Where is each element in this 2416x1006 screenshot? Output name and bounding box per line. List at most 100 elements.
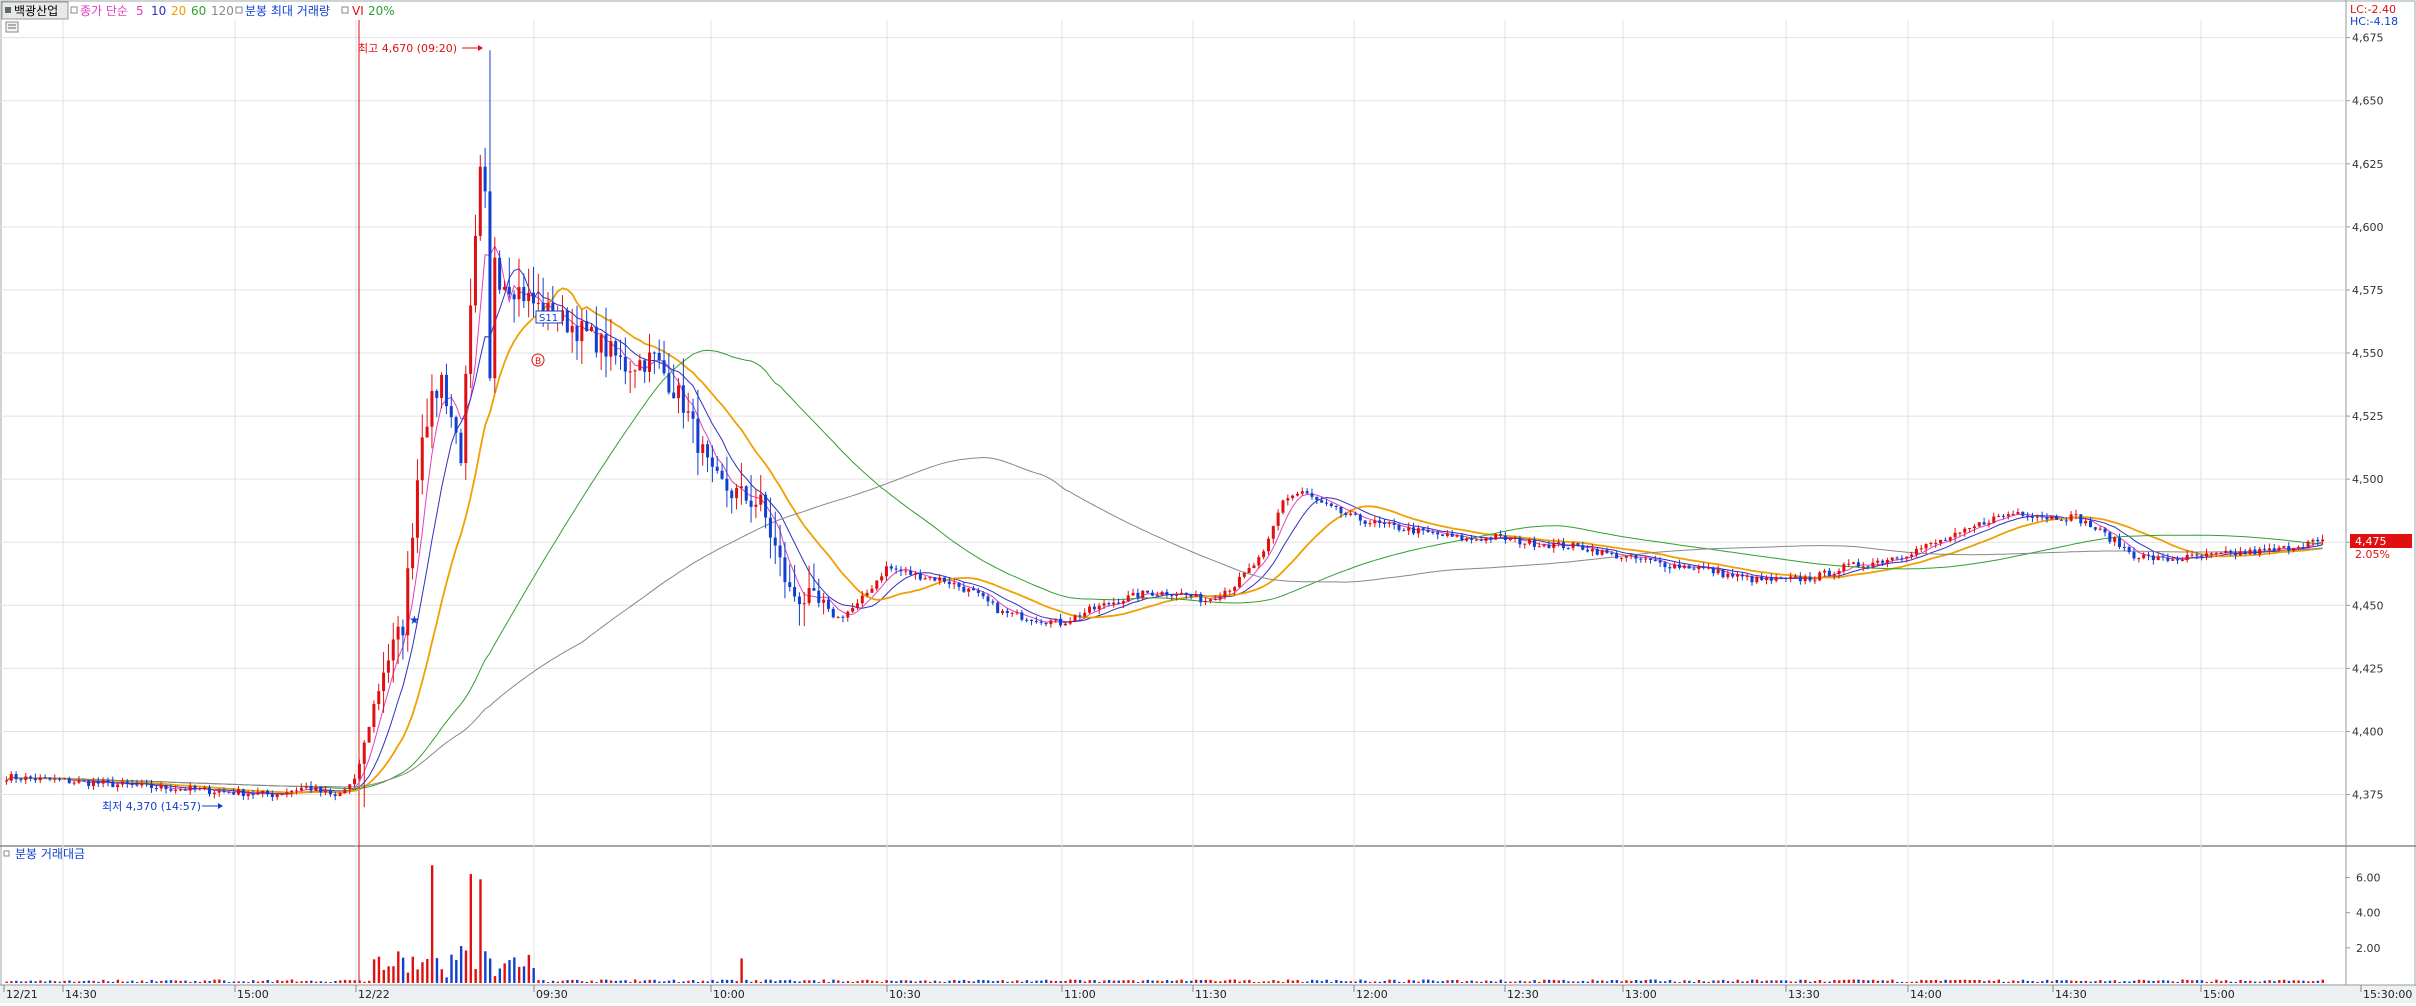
candle-body[interactable]: [430, 390, 434, 427]
candle-body[interactable]: [570, 325, 574, 333]
candle-body[interactable]: [2117, 537, 2121, 547]
candle-body[interactable]: [638, 360, 642, 371]
volume-bar[interactable]: [1678, 982, 1681, 983]
volume-bar[interactable]: [445, 977, 448, 983]
volume-bar[interactable]: [252, 980, 255, 983]
candle-body[interactable]: [826, 599, 830, 609]
volume-bar[interactable]: [1659, 981, 1662, 983]
volume-bar[interactable]: [1252, 982, 1256, 983]
volume-bar[interactable]: [1494, 981, 1498, 983]
volume-bar[interactable]: [1286, 979, 1290, 983]
candle-body[interactable]: [270, 794, 274, 798]
volume-bar[interactable]: [638, 981, 642, 983]
volume-bar[interactable]: [82, 980, 86, 983]
candle-body[interactable]: [1266, 538, 1270, 552]
volume-bar[interactable]: [2166, 980, 2170, 983]
volume-bar[interactable]: [1973, 979, 1976, 983]
volume-bar[interactable]: [1891, 979, 1894, 983]
volume-bar[interactable]: [1601, 980, 1604, 983]
volume-bar[interactable]: [1306, 981, 1309, 983]
volume-bar[interactable]: [779, 980, 782, 983]
candle-body[interactable]: [459, 432, 463, 464]
candle-body[interactable]: [1842, 564, 1846, 571]
volume-bar[interactable]: [1726, 981, 1730, 983]
candle-body[interactable]: [295, 790, 299, 792]
volume-bar[interactable]: [1310, 979, 1314, 983]
candle-body[interactable]: [2166, 557, 2170, 561]
candle-body[interactable]: [691, 411, 695, 419]
volume-bar[interactable]: [2297, 980, 2300, 983]
candle-body[interactable]: [1895, 557, 1899, 559]
candle-body[interactable]: [628, 371, 632, 373]
candle-body[interactable]: [1392, 522, 1396, 525]
candle-body[interactable]: [2214, 552, 2218, 554]
candle-body[interactable]: [1107, 603, 1111, 605]
volume-bar[interactable]: [996, 980, 1000, 983]
candle-body[interactable]: [996, 602, 1000, 614]
volume-bar[interactable]: [1354, 981, 1357, 983]
candle-body[interactable]: [1126, 595, 1130, 602]
volume-bar[interactable]: [1925, 980, 1928, 983]
volume-bar[interactable]: [991, 981, 995, 983]
candle-body[interactable]: [188, 786, 192, 791]
volume-bar[interactable]: [687, 980, 690, 983]
candle-body[interactable]: [1581, 545, 1585, 550]
volume-bar[interactable]: [1770, 980, 1773, 983]
volume-bar[interactable]: [1784, 980, 1788, 983]
volume-bar[interactable]: [106, 981, 110, 983]
candle-body[interactable]: [208, 787, 212, 794]
candle-body[interactable]: [304, 786, 308, 788]
volume-bar[interactable]: [92, 980, 95, 983]
volume-bar[interactable]: [1151, 980, 1154, 983]
volume-bar[interactable]: [1615, 980, 1619, 983]
candle-body[interactable]: [1344, 513, 1348, 515]
volume-bar[interactable]: [2079, 981, 2083, 983]
candle-body[interactable]: [24, 776, 28, 781]
chart-canvas[interactable]: 4,375 4,400 4,425 4,450 4,475 4,500 4,525 4,550…: [0, 0, 2416, 1003]
volume-bar[interactable]: [1281, 981, 1285, 983]
volume-bar[interactable]: [126, 981, 129, 983]
volume-bar[interactable]: [2016, 981, 2020, 983]
volume-bar[interactable]: [1818, 979, 1822, 983]
volume-bar[interactable]: [2113, 980, 2117, 983]
candle-body[interactable]: [764, 494, 768, 518]
volume-bar[interactable]: [793, 981, 796, 983]
candle-body[interactable]: [1117, 602, 1121, 604]
volume-bar[interactable]: [982, 980, 985, 983]
candle-body[interactable]: [1349, 513, 1353, 515]
candle-body[interactable]: [594, 326, 598, 353]
volume-bar[interactable]: [135, 982, 139, 983]
volume-bar[interactable]: [1219, 981, 1222, 983]
candle-body[interactable]: [464, 373, 468, 464]
candle-body[interactable]: [1005, 610, 1009, 613]
volume-bar[interactable]: [411, 956, 414, 983]
volume-bar[interactable]: [1170, 980, 1174, 983]
volume-bar[interactable]: [435, 958, 439, 983]
volume-bar[interactable]: [2220, 981, 2223, 983]
candle-body[interactable]: [2156, 556, 2160, 561]
volume-bar[interactable]: [1020, 981, 1024, 983]
candle-body[interactable]: [1953, 532, 1957, 538]
candle-body[interactable]: [493, 257, 497, 379]
candle-body[interactable]: [933, 577, 937, 581]
candle-body[interactable]: [1765, 577, 1769, 581]
volume-bar[interactable]: [1576, 981, 1580, 983]
candle-body[interactable]: [1837, 570, 1841, 575]
volume-bar[interactable]: [1267, 981, 1270, 983]
volume-bar[interactable]: [2234, 982, 2237, 983]
candle-body[interactable]: [991, 601, 995, 603]
candle-body[interactable]: [1943, 539, 1947, 541]
volume-bar[interactable]: [2162, 980, 2165, 983]
volume-bar[interactable]: [1954, 980, 1957, 983]
candle-body[interactable]: [338, 793, 342, 797]
candle-body[interactable]: [942, 577, 946, 582]
candle-body[interactable]: [913, 573, 917, 575]
candle-body[interactable]: [1039, 621, 1043, 623]
volume-bar[interactable]: [1799, 979, 1802, 983]
volume-bar[interactable]: [1489, 980, 1493, 983]
candle-body[interactable]: [2209, 553, 2213, 555]
candle-body[interactable]: [1030, 619, 1034, 622]
volume-bar[interactable]: [1867, 980, 1870, 983]
volume-bar[interactable]: [2191, 980, 2194, 983]
candle-body[interactable]: [2103, 528, 2107, 533]
